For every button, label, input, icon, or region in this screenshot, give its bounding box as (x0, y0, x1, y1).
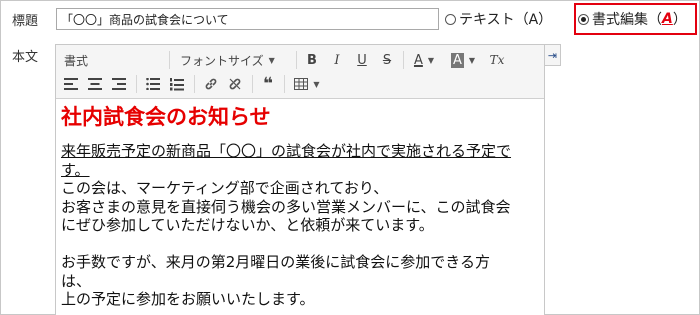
toolbar-divider (136, 75, 137, 93)
rich-mode-close: ） (672, 12, 687, 28)
text-color-icon: A (413, 52, 423, 68)
subject-input[interactable] (56, 8, 439, 30)
text-color-button[interactable]: A ▼ (408, 49, 440, 71)
editor-content[interactable]: 社内試食会のお知らせ 来年販売予定の新商品「〇〇」の試食会が社内で実施される予定… (56, 99, 544, 309)
rich-mode-radio[interactable]: 書式編集（ A） (578, 9, 687, 29)
italic-button[interactable]: I (327, 49, 347, 71)
chevron-down-icon: ▼ (468, 55, 476, 65)
rich-mode-label: 書式編集（ (592, 12, 662, 28)
underline-button[interactable]: U (352, 49, 372, 71)
body-line: お手数ですが、来月の第2月曜日の業後に試食会に参加できる方 (61, 253, 490, 271)
strikethrough-button[interactable]: S (377, 49, 397, 71)
text-mode-label: テキスト（A） (459, 12, 553, 28)
align-left-button[interactable] (62, 73, 80, 95)
bold-button[interactable]: B (302, 49, 322, 71)
background-color-button[interactable]: A ▼ (446, 49, 480, 71)
blockquote-button[interactable]: ❝ (258, 73, 278, 95)
subject-label: 標題 (12, 14, 39, 29)
radio-checked-icon (578, 13, 589, 25)
unlink-icon (229, 78, 241, 90)
chevron-down-icon: ▼ (427, 55, 435, 65)
italic-icon: I (334, 52, 340, 68)
rich-mode-key: A (662, 11, 673, 27)
body-line: す。 (61, 160, 90, 179)
body-line: は、 (61, 271, 92, 290)
chevron-down-icon: ▼ (313, 79, 320, 89)
format-select-label: 書式 (64, 53, 89, 68)
numbered-list-icon (170, 77, 184, 90)
radio-unchecked-icon (445, 13, 456, 25)
chevron-down-icon: ▼ (268, 55, 275, 65)
clear-format-button[interactable]: Tx (486, 49, 508, 71)
clear-format-icon: Tx (489, 53, 505, 67)
align-left-icon (64, 78, 78, 90)
body-line: お客さまの意見を直接伺う機会の多い営業メンバーに、この試食会 (61, 197, 511, 216)
insert-link-button[interactable] (202, 73, 220, 95)
editor-toolbar: 書式 フォントサイズ ▼ B I U S A ▼ A ▼ Tx ❝ ▼ (56, 45, 544, 99)
body-line: 上の予定に参加をお願いいたします。 (61, 290, 315, 308)
unlink-button[interactable] (226, 73, 244, 95)
bulleted-list-button[interactable] (144, 73, 162, 95)
numbered-list-button[interactable] (168, 73, 186, 95)
toolbar-divider (296, 51, 297, 69)
toolbar-divider (284, 75, 285, 93)
expand-icon: ⇥ (547, 48, 558, 62)
toolbar-divider (194, 75, 195, 93)
background-color-icon: A (450, 52, 464, 68)
maximize-editor-button[interactable]: ⇥ (545, 44, 561, 66)
strikethrough-icon: S (382, 52, 392, 68)
quote-icon: ❝ (263, 74, 273, 94)
body-label: 本文 (12, 50, 39, 65)
format-select[interactable]: 書式 (64, 49, 159, 71)
body-heading: 社内試食会のお知らせ (61, 105, 271, 129)
toolbar-divider (169, 51, 170, 69)
rich-text-editor[interactable]: 書式 フォントサイズ ▼ B I U S A ▼ A ▼ Tx ❝ ▼ 社内試食… (55, 44, 545, 315)
link-icon (205, 78, 217, 90)
align-center-icon (88, 78, 102, 90)
underline-icon: U (357, 52, 367, 68)
insert-table-button[interactable]: ▼ (290, 73, 324, 95)
body-line: この会は、マーケティング部で企画されており、 (61, 179, 389, 197)
align-right-button[interactable] (110, 73, 128, 95)
toolbar-divider (403, 51, 404, 69)
table-icon (294, 78, 309, 90)
bold-icon: B (307, 52, 317, 68)
font-size-select-label: フォントサイズ (180, 53, 264, 68)
toolbar-divider (252, 75, 253, 93)
align-right-icon (112, 78, 126, 90)
font-size-select[interactable]: フォントサイズ ▼ (180, 49, 290, 71)
align-center-button[interactable] (86, 73, 104, 95)
text-mode-radio[interactable]: テキスト（A） (445, 9, 552, 29)
body-line: 来年販売予定の新商品「〇〇」の試食会が社内で実施される予定で (61, 142, 512, 160)
bulleted-list-icon (146, 78, 160, 90)
body-line: にぜひ参加していただけないか、と依頼が来ています。 (61, 216, 434, 234)
